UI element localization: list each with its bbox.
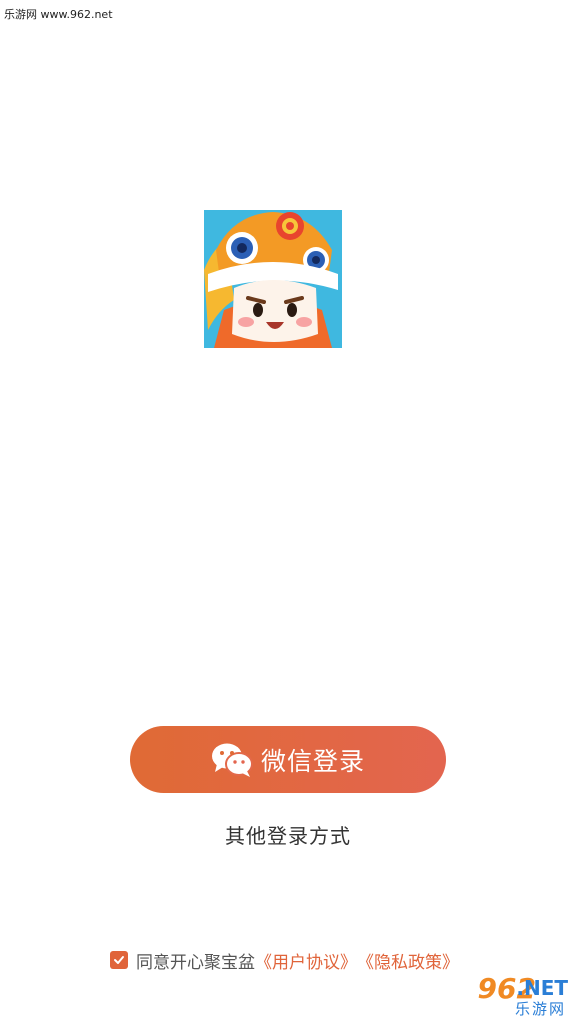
app-logo xyxy=(204,210,342,348)
agreement-row: 同意开心聚宝盆 《用户协议》 《隐私政策》 xyxy=(110,948,459,973)
agreement-text: 同意开心聚宝盆 xyxy=(136,952,255,973)
agree-checkbox[interactable] xyxy=(110,951,128,969)
lion-dance-mascot-icon xyxy=(204,210,342,348)
wechat-login-button[interactable]: 微信登录 xyxy=(130,726,446,793)
wechat-login-label: 微信登录 xyxy=(260,746,365,776)
privacy-policy-link[interactable]: 《隐私政策》 xyxy=(357,948,459,973)
checkmark-icon xyxy=(114,956,124,964)
user-agreement-link[interactable]: 《用户协议》 xyxy=(255,948,357,973)
watermark-logo: 962 .NET 乐游网 xyxy=(450,972,570,1020)
watermark-top: 乐游网 www.962.net xyxy=(4,8,113,21)
watermark-suffix: .NET xyxy=(516,976,568,1000)
other-login-methods-link[interactable]: 其他登录方式 xyxy=(0,820,576,849)
watermark-chinese: 乐游网 xyxy=(514,1000,566,1018)
wechat-icon xyxy=(211,743,253,777)
